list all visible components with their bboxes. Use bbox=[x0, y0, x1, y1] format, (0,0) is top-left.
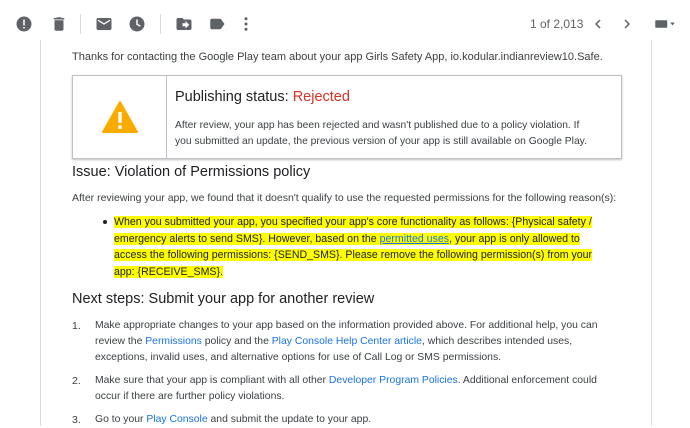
snooze-icon[interactable] bbox=[127, 14, 147, 34]
status-rejected: Rejected bbox=[292, 89, 350, 105]
status-title-prefix: Publishing status: bbox=[175, 89, 293, 105]
publishing-status-box: Publishing status: Rejected After review… bbox=[72, 75, 622, 159]
intro-text: Thanks for contacting the Google Play te… bbox=[72, 51, 603, 63]
step-number: 1. bbox=[72, 320, 81, 332]
report-spam-icon[interactable] bbox=[14, 14, 34, 34]
more-icon[interactable] bbox=[236, 14, 256, 34]
highlighted-reason: When you submitted your app, you specifi… bbox=[114, 214, 604, 281]
label-icon[interactable] bbox=[207, 14, 227, 34]
input-tools-icon[interactable] bbox=[650, 14, 680, 34]
play-console-link[interactable]: Play Console bbox=[146, 414, 207, 425]
step-1-text: Make appropriate changes to your app bas… bbox=[95, 320, 598, 363]
status-text: After review, your app has been rejected… bbox=[175, 120, 587, 147]
next-icon[interactable] bbox=[617, 14, 637, 34]
warning-icon bbox=[101, 101, 138, 133]
step-number: 3. bbox=[72, 414, 81, 426]
issue-heading: Issue: Violation of Permissions policy bbox=[72, 164, 311, 180]
prev-icon[interactable] bbox=[588, 14, 608, 34]
toolbar-separator bbox=[160, 14, 161, 34]
status-title: Publishing status: Rejected bbox=[175, 89, 350, 105]
delete-icon[interactable] bbox=[49, 14, 69, 34]
email-frame-right bbox=[651, 40, 652, 426]
next-steps-heading: Next steps: Submit your app for another … bbox=[72, 291, 375, 307]
permissions-link[interactable]: Permissions bbox=[145, 336, 202, 347]
developer-policies-link[interactable]: Developer Program Policies bbox=[329, 375, 458, 386]
step-2-text: Make sure that your app is compliant wit… bbox=[95, 375, 597, 402]
status-icon-cell bbox=[73, 76, 167, 158]
toolbar-separator bbox=[80, 14, 81, 34]
issue-intro: After reviewing your app, we found that … bbox=[72, 192, 617, 204]
step-number: 2. bbox=[72, 375, 81, 387]
toolbar: 1 of 2,013 bbox=[0, 0, 690, 48]
bullet-dot bbox=[103, 220, 107, 224]
page-count: 1 of 2,013 bbox=[530, 17, 584, 31]
email-frame-left bbox=[40, 40, 41, 426]
mark-unread-icon[interactable] bbox=[94, 14, 114, 34]
move-to-icon[interactable] bbox=[174, 14, 194, 34]
permitted-uses-link[interactable]: permitted uses bbox=[379, 232, 450, 245]
help-center-link[interactable]: Play Console Help Center article bbox=[272, 336, 422, 347]
